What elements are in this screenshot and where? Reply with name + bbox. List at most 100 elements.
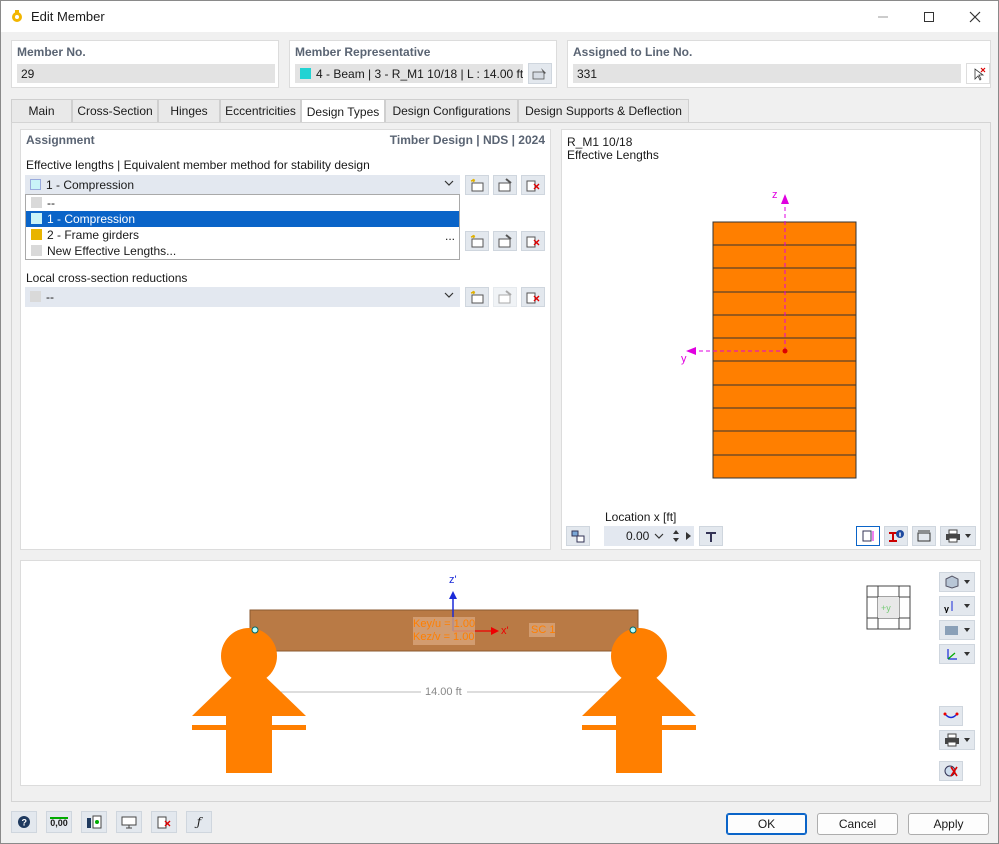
assigned-line-field[interactable]: 331	[573, 64, 961, 83]
k-factor-labels: Key/u = 1.00 Kez/v = 1.00	[413, 618, 475, 644]
edit-reduction-button[interactable]	[493, 287, 517, 307]
units-button[interactable]: 0,00	[46, 811, 72, 833]
spin-arrows-icon[interactable]	[672, 529, 680, 543]
effective-lengths-value: 1 - Compression	[46, 178, 135, 192]
display-settings-button[interactable]	[116, 811, 142, 833]
cancel-button[interactable]: Cancel	[817, 813, 898, 835]
formula-button[interactable]: ƒ	[186, 811, 212, 833]
display-icon	[121, 816, 137, 829]
kzv-label: Kez/v = 1.00	[413, 631, 475, 643]
print-section-button[interactable]	[940, 526, 976, 546]
app-icon	[12, 10, 22, 22]
edit-icon	[498, 290, 512, 304]
title-bar: Edit Member	[1, 1, 998, 32]
tab-design-supports-deflection[interactable]: Design Supports & Deflection	[518, 99, 689, 122]
deformation-button[interactable]	[939, 706, 963, 726]
delete-object-button[interactable]	[151, 811, 177, 833]
window-title: Edit Member	[31, 9, 105, 24]
assigned-line-label: Assigned to Line No.	[573, 45, 693, 59]
tab-design-configurations[interactable]: Design Configurations	[385, 99, 518, 122]
edit-button-2[interactable]	[493, 231, 517, 251]
section-y-label: y	[681, 353, 687, 365]
pick-line-button[interactable]	[966, 63, 990, 84]
location-spinner[interactable]: 0.00	[604, 526, 694, 546]
model-view-panel: z' x' Key/u = 1.00 Kez/v = 1.00 SC 1 14.…	[20, 560, 981, 786]
assignment-heading: Assignment	[26, 133, 95, 147]
section-shape-icon	[706, 532, 716, 542]
minimize-button[interactable]	[860, 1, 906, 32]
stress-point-button[interactable]	[699, 526, 723, 546]
tab-eccentricities[interactable]: Eccentricities	[220, 99, 301, 122]
new-item-button-2[interactable]	[465, 231, 489, 251]
local-reductions-select[interactable]: --	[25, 287, 460, 307]
tab-design-types[interactable]: Design Types	[301, 99, 385, 123]
help-button[interactable]: ?	[11, 811, 37, 833]
dropdown-item-compression[interactable]: 1 - Compression	[26, 211, 459, 227]
sc-label: SC 1	[531, 624, 556, 636]
show-dimensions-button[interactable]	[856, 526, 880, 546]
delete-icon	[526, 292, 540, 304]
z-axis-arrow	[449, 591, 457, 599]
assigned-line-panel: Assigned to Line No. 331	[567, 40, 991, 88]
navcube-label: +y	[881, 603, 891, 613]
member-representative-value: 4 - Beam | 3 - R_M1 10/18 | L : 14.00 ft…	[316, 67, 523, 81]
tab-main[interactable]: Main	[11, 99, 72, 122]
model-drawing	[192, 585, 911, 773]
play-icon[interactable]	[685, 531, 692, 541]
units-label: 0,00	[50, 816, 68, 828]
curve-icon	[943, 712, 959, 719]
chevron-down-icon	[444, 292, 454, 298]
cube-icon	[945, 575, 970, 589]
member-representative-field[interactable]: 4 - Beam | 3 - R_M1 10/18 | L : 14.00 ft…	[295, 64, 523, 83]
maximize-button[interactable]	[906, 1, 952, 32]
location-label: Location x [ft]	[605, 510, 677, 524]
effective-lengths-select[interactable]: 1 - Compression	[25, 175, 460, 195]
effective-lengths-label: Effective lengths | Equivalent member me…	[26, 158, 370, 172]
axes-icon: y	[944, 601, 970, 613]
dropdown-item-none[interactable]: --	[26, 195, 459, 211]
delete-effective-lengths-button[interactable]	[521, 175, 545, 195]
member-no-field[interactable]: 29	[17, 64, 275, 83]
scale-button[interactable]	[912, 526, 936, 546]
print-icon	[946, 529, 971, 543]
reset-view-button[interactable]	[939, 761, 963, 781]
section-properties-button[interactable]	[884, 526, 908, 546]
render-icon	[945, 626, 970, 635]
tab-cross-section[interactable]: Cross-Section	[72, 99, 158, 122]
delete-button-2[interactable]	[521, 231, 545, 251]
print-model-button[interactable]	[939, 730, 975, 750]
delete-reduction-button[interactable]	[521, 287, 545, 307]
location-value: 0.00	[626, 529, 650, 543]
dropdown-item-new-effective-lengths[interactable]: New Effective Lengths...	[26, 243, 459, 259]
section-preview-panel: R_M1 10/18 Effective Lengths z y Locatio…	[561, 129, 981, 550]
member-no-label: Member No.	[17, 45, 86, 59]
kyu-label: Key/u = 1.00	[413, 618, 476, 630]
coordinate-system-button[interactable]	[939, 644, 975, 664]
section-info-button[interactable]	[566, 526, 590, 546]
apply-button[interactable]: Apply	[908, 813, 989, 835]
chevron-down-icon	[654, 533, 664, 539]
close-button[interactable]	[952, 1, 998, 32]
view-3d-button[interactable]	[939, 572, 975, 592]
maximize-icon	[924, 11, 934, 22]
view-direction-button[interactable]: y	[939, 596, 975, 616]
close-view-icon	[944, 765, 958, 777]
new-effective-lengths-button[interactable]	[465, 175, 489, 195]
chevron-down-icon	[444, 180, 454, 186]
global-parameters-button[interactable]	[81, 811, 107, 833]
delete-icon	[526, 236, 540, 248]
new-reduction-button[interactable]	[465, 287, 489, 307]
member-representative-panel: Member Representative 4 - Beam | 3 - R_M…	[289, 40, 557, 88]
member-representative-label: Member Representative	[295, 45, 431, 59]
ok-button[interactable]: OK	[726, 813, 807, 835]
tab-hinges[interactable]: Hinges	[158, 99, 220, 122]
edit-effective-lengths-button[interactable]	[493, 175, 517, 195]
model-z-label: z'	[449, 574, 457, 586]
help-icon: ?	[18, 816, 30, 828]
dropdown-item-frame-girders[interactable]: 2 - Frame girders	[26, 227, 459, 243]
local-reductions-label: Local cross-section reductions	[26, 271, 188, 285]
none-swatch	[30, 291, 41, 302]
display-mode-button[interactable]	[939, 620, 975, 640]
select-member-button[interactable]	[528, 63, 552, 84]
close-icon	[969, 11, 981, 22]
